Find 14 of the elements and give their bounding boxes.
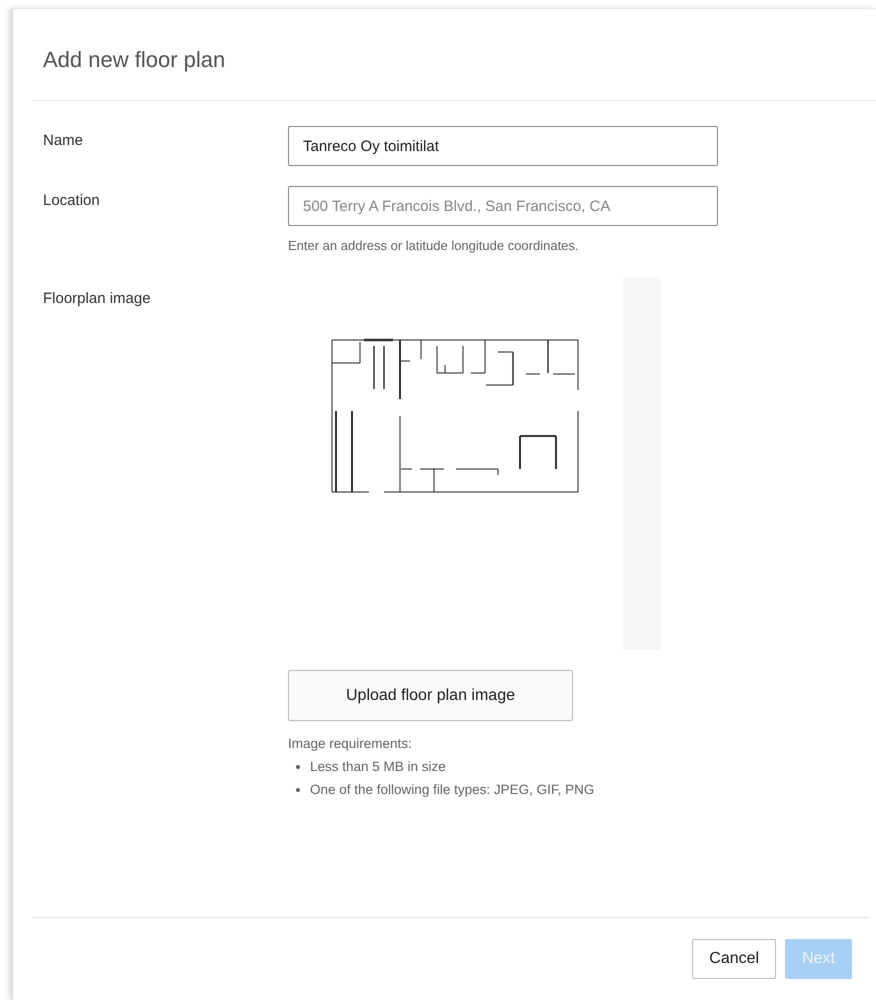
input-field[interactable]: Tanreco Oy toimitilat: [288, 126, 718, 166]
requirement-text: Less than 5 MB in size: [310, 759, 446, 774]
cancel-button[interactable]: Cancel: [692, 939, 776, 979]
requirement-text: One of the following file types: JPEG, GIF, PNG: [310, 782, 594, 797]
field-label: Floorplan image: [43, 290, 152, 308]
field-label: Location: [43, 191, 101, 210]
bullet-icon: [296, 788, 300, 792]
bullet-icon: [296, 764, 300, 768]
upload-button[interactable]: Upload floor plan image: [288, 670, 573, 721]
help-text: Enter an address or latitude longitude coordinates.: [288, 238, 579, 253]
dialog-title: Add new floor plan: [33, 9, 876, 101]
input-field[interactable]: 500 Terry A Francois Blvd., San Francisco, CA: [288, 186, 718, 226]
requirements-title: Image requirements:: [288, 736, 412, 751]
field-label: Name: [43, 131, 84, 150]
